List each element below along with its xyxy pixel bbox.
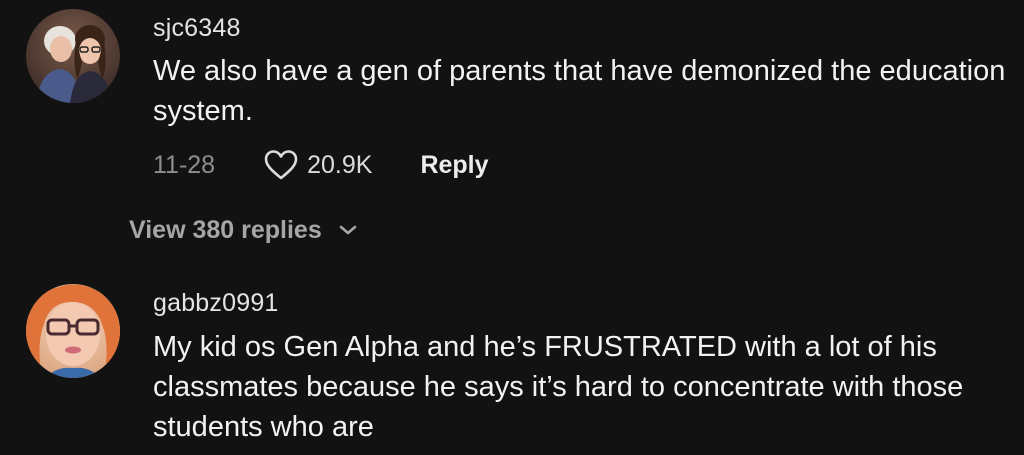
comment-text: My kid os Gen Alpha and he’s FRUSTRATED … [153,331,964,443]
profile-photo-icon [26,284,120,378]
avatar[interactable] [26,284,120,378]
avatar[interactable] [26,9,120,103]
comment-username[interactable]: sjc6348 [153,14,241,43]
comment-date: 11-28 [153,150,216,179]
view-replies-label: View 380 replies [129,215,322,244]
comment-username[interactable]: gabbz0991 [153,289,279,318]
reply-button[interactable]: Reply [420,151,488,180]
chevron-down-icon [339,225,357,235]
profile-photo-icon [26,9,120,103]
comment-actions: 11-28 20.9K Reply [153,145,489,185]
heart-icon [264,150,298,180]
like-button[interactable]: 20.9K [263,149,372,181]
comment-text: We also have a gen of parents that have … [153,55,1006,127]
comments-panel: sjc6348 We also have a gen of parents th… [0,0,1024,455]
like-count: 20.9K [307,150,373,179]
view-replies-button[interactable]: View 380 replies [129,212,358,248]
